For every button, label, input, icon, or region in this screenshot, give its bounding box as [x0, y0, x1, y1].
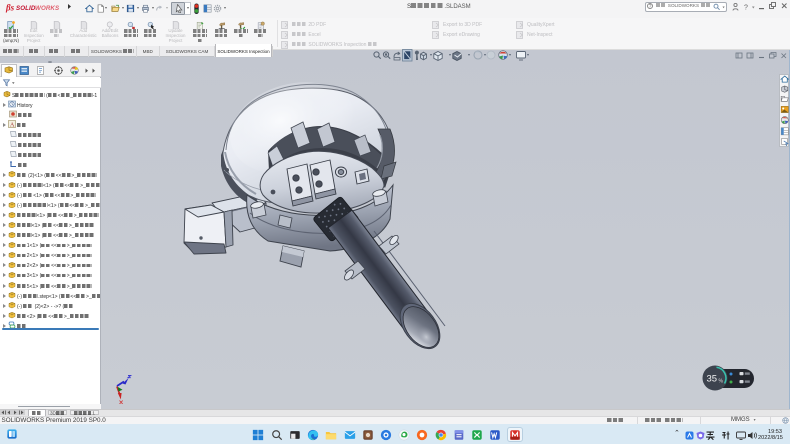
svg-text:%: %	[719, 379, 724, 385]
svg-text:WORKS: WORKS	[35, 5, 60, 12]
svg-text:?: ?	[744, 5, 748, 12]
svg-text:βs: βs	[5, 3, 15, 13]
svg-text:SOLID: SOLID	[16, 5, 36, 12]
svg-text:35: 35	[707, 374, 718, 385]
